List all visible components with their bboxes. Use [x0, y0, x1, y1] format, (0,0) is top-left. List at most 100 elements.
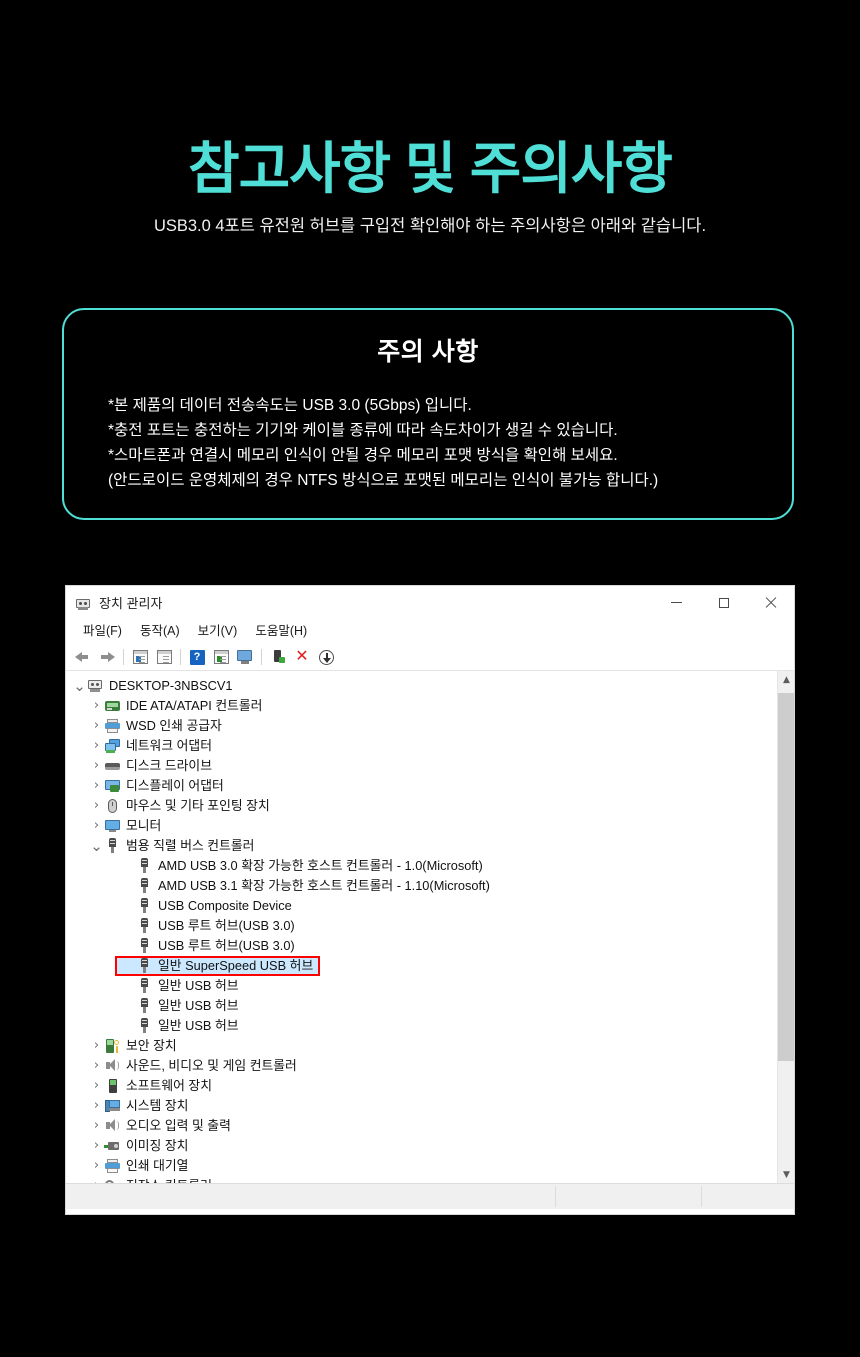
chevron-down-icon[interactable]: ⌄: [72, 676, 87, 696]
monitor-icon: [104, 818, 121, 834]
tree-item-label: 일반 USB 허브: [158, 1018, 239, 1033]
tree-item[interactable]: › 모니터: [66, 816, 779, 836]
scrollbar-thumb[interactable]: [778, 693, 794, 1061]
close-button[interactable]: [747, 586, 794, 619]
usb-icon: [136, 878, 153, 894]
tree-item[interactable]: USB 루트 허브(USB 3.0): [66, 936, 779, 956]
chevron-right-icon[interactable]: ›: [89, 696, 104, 716]
toolbar-separator: [180, 649, 181, 665]
print-queue-icon: [104, 1158, 121, 1174]
usb-icon: [136, 958, 153, 974]
chevron-right-icon[interactable]: ›: [89, 1156, 104, 1176]
tree-item[interactable]: › 소프트웨어 장치: [66, 1076, 779, 1096]
usb-icon: [136, 938, 153, 954]
scroll-up-button[interactable]: ▲: [778, 671, 794, 688]
menu-bar: 파일(F) 동작(A) 보기(V) 도움말(H): [66, 619, 794, 644]
page-subtitle: USB3.0 4포트 유전원 허브를 구입전 확인해야 하는 주의사항은 아래와…: [153, 217, 707, 235]
tree-item-label: 일반 SuperSpeed USB 허브: [158, 958, 314, 973]
tree-item[interactable]: ⌄ 범용 직렬 버스 컨트롤러: [66, 836, 779, 856]
tree-item[interactable]: AMD USB 3.0 확장 가능한 호스트 컨트롤러 - 1.0(Micros…: [66, 856, 779, 876]
tree-item-label: 저장소 컨트롤러: [126, 1176, 212, 1183]
tree-item[interactable]: › 오디오 입력 및 출력: [66, 1116, 779, 1136]
chevron-right-icon[interactable]: ›: [89, 1096, 104, 1116]
tree-item[interactable]: › IDE ATA/ATAPI 컨트롤러: [66, 696, 779, 716]
menu-item-action[interactable]: 동작(A): [131, 619, 189, 644]
tree-item-selected[interactable]: 일반 SuperSpeed USB 허브: [66, 956, 779, 976]
tree-item[interactable]: › 보안 장치: [66, 1036, 779, 1056]
chevron-right-icon[interactable]: ›: [89, 736, 104, 756]
device-tree[interactable]: ⌄ DESKTOP-3NBSCV1 › IDE ATA/ATAPI 컨트롤러 › WSD …: [66, 671, 779, 1183]
enable-device-button[interactable]: [266, 646, 290, 668]
back-button[interactable]: [71, 646, 95, 668]
usb-icon: [136, 918, 153, 934]
tree-item-label: WSD 인쇄 공급자: [126, 718, 222, 733]
update-driver-button[interactable]: [152, 646, 176, 668]
window-controls: [653, 586, 794, 619]
chevron-right-icon[interactable]: ›: [89, 796, 104, 816]
tree-item[interactable]: ⌄ DESKTOP-3NBSCV1: [66, 676, 779, 696]
chevron-right-icon[interactable]: ›: [89, 756, 104, 776]
usb-icon: [104, 838, 121, 854]
chevron-right-icon[interactable]: ›: [89, 1036, 104, 1056]
software-device-icon: [104, 1078, 121, 1094]
tree-item-label: 마우스 및 기타 포인팅 장치: [126, 798, 270, 813]
tree-item[interactable]: › 이미징 장치: [66, 1136, 779, 1156]
tree-item[interactable]: › 마우스 및 기타 포인팅 장치: [66, 796, 779, 816]
tree-item[interactable]: 일반 USB 허브: [66, 996, 779, 1016]
menu-item-view[interactable]: 보기(V): [189, 619, 247, 644]
tree-item[interactable]: › 시스템 장치: [66, 1096, 779, 1116]
forward-button[interactable]: [95, 646, 119, 668]
chevron-right-icon[interactable]: ›: [89, 1116, 104, 1136]
device-manager-window: 장치 관리자 파일(F) 동작(A) 보기(V) 도움말(H) ? ✕ ⌄ DES…: [65, 585, 795, 1215]
uninstall-device-button[interactable]: ✕: [290, 646, 314, 668]
tree-item-label: 범용 직렬 버스 컨트롤러: [126, 838, 255, 853]
scan-hardware-changes-button[interactable]: [233, 646, 257, 668]
usb-icon: [136, 998, 153, 1014]
tree-item[interactable]: › 인쇄 대기열: [66, 1156, 779, 1176]
tree-item[interactable]: › 디스크 드라이브: [66, 756, 779, 776]
tree-item[interactable]: USB 루트 허브(USB 3.0): [66, 916, 779, 936]
security-device-icon: [104, 1038, 121, 1054]
tree-item[interactable]: › 디스플레이 어댑터: [66, 776, 779, 796]
chevron-right-icon[interactable]: ›: [89, 1176, 104, 1183]
download-driver-button[interactable]: [314, 646, 338, 668]
vertical-scrollbar[interactable]: ▲ ▼: [777, 671, 794, 1183]
minimize-button[interactable]: [653, 586, 700, 619]
tree-item-label: 일반 USB 허브: [158, 998, 239, 1013]
menu-item-help[interactable]: 도움말(H): [246, 619, 316, 644]
maximize-button[interactable]: [700, 586, 747, 619]
computer-icon: [75, 595, 91, 611]
tree-item[interactable]: › 사운드, 비디오 및 게임 컨트롤러: [66, 1056, 779, 1076]
mouse-icon: [104, 798, 121, 814]
title-bar[interactable]: 장치 관리자: [66, 586, 794, 619]
chevron-right-icon[interactable]: ›: [89, 1136, 104, 1156]
audio-io-icon: [104, 1118, 121, 1134]
help-button[interactable]: ?: [185, 646, 209, 668]
scroll-down-button[interactable]: ▼: [778, 1166, 794, 1183]
chevron-right-icon[interactable]: ›: [89, 1056, 104, 1076]
properties-button[interactable]: [128, 646, 152, 668]
chevron-right-icon[interactable]: ›: [89, 1076, 104, 1096]
network-adapter-icon: [104, 738, 121, 754]
chevron-right-icon[interactable]: ›: [89, 816, 104, 836]
tree-item-label: 이미징 장치: [126, 1138, 189, 1153]
tree-item[interactable]: › 네트워크 어댑터: [66, 736, 779, 756]
menu-item-file[interactable]: 파일(F): [74, 619, 131, 644]
chevron-right-icon[interactable]: ›: [89, 776, 104, 796]
tree-item[interactable]: › WSD 인쇄 공급자: [66, 716, 779, 736]
toolbar-separator: [123, 649, 124, 665]
minimize-icon: [671, 602, 682, 603]
tree-item[interactable]: AMD USB 3.1 확장 가능한 호스트 컨트롤러 - 1.10(Micro…: [66, 876, 779, 896]
tree-item[interactable]: › 저장소 컨트롤러: [66, 1176, 779, 1183]
tree-item[interactable]: 일반 USB 허브: [66, 1016, 779, 1036]
show-hidden-devices-button[interactable]: [209, 646, 233, 668]
tree-item[interactable]: 일반 USB 허브: [66, 976, 779, 996]
chevron-right-icon[interactable]: ›: [89, 716, 104, 736]
tree-item-label: 시스템 장치: [126, 1098, 189, 1113]
enable-device-icon: [272, 649, 285, 665]
tree-item-label: 일반 USB 허브: [158, 978, 239, 993]
chevron-down-icon[interactable]: ⌄: [89, 836, 104, 856]
tree-item[interactable]: USB Composite Device: [66, 896, 779, 916]
toolbar: ? ✕: [66, 644, 794, 671]
tree-item-label: DESKTOP-3NBSCV1: [109, 678, 233, 693]
